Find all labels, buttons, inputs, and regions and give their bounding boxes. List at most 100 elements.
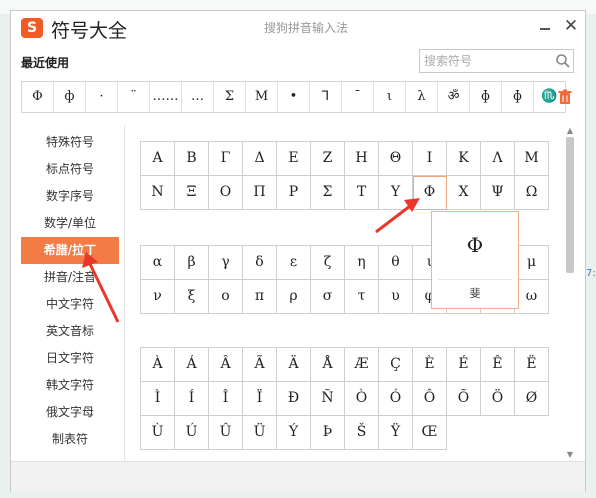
symbol-cell[interactable]: É: [447, 348, 481, 382]
symbol-cell[interactable]: Á: [175, 348, 209, 382]
symbol-cell[interactable]: Ä: [277, 348, 311, 382]
symbol-cell[interactable]: Π: [243, 176, 277, 210]
sidebar-item[interactable]: 英文音标: [21, 318, 119, 345]
recent-symbol-cell[interactable]: ·: [86, 82, 118, 112]
symbol-cell[interactable]: Ý: [277, 416, 311, 450]
symbol-cell[interactable]: Δ: [243, 142, 277, 176]
symbol-cell[interactable]: Ν: [141, 176, 175, 210]
symbol-cell[interactable]: Ú: [175, 416, 209, 450]
recent-symbol-cell[interactable]: Μ: [246, 82, 278, 112]
recent-symbol-cell[interactable]: Σ: [214, 82, 246, 112]
symbol-cell[interactable]: Ó: [379, 382, 413, 416]
symbol-cell[interactable]: Μ: [515, 142, 549, 176]
symbol-cell[interactable]: α: [141, 246, 175, 280]
vertical-scrollbar[interactable]: ▲ ▼: [564, 125, 576, 461]
symbol-cell[interactable]: Þ: [311, 416, 345, 450]
symbol-cell[interactable]: Ï: [243, 382, 277, 416]
sidebar-item[interactable]: 俄文字母: [21, 399, 119, 426]
symbol-cell[interactable]: Ρ: [277, 176, 311, 210]
symbol-cell[interactable]: Æ: [345, 348, 379, 382]
symbol-cell[interactable]: ε: [277, 246, 311, 280]
recent-symbol-cell[interactable]: ф: [54, 82, 86, 112]
symbol-cell[interactable]: Ô: [413, 382, 447, 416]
symbol-cell[interactable]: Ψ: [481, 176, 515, 210]
symbol-cell[interactable]: ο: [209, 280, 243, 314]
symbol-cell[interactable]: Κ: [447, 142, 481, 176]
symbol-cell[interactable]: γ: [209, 246, 243, 280]
symbol-cell[interactable]: Ÿ: [379, 416, 413, 450]
symbol-cell[interactable]: Ê: [481, 348, 515, 382]
symbol-cell[interactable]: Û: [209, 416, 243, 450]
recent-symbol-cell[interactable]: ɸ: [470, 82, 502, 112]
symbol-cell[interactable]: σ: [311, 280, 345, 314]
symbol-cell[interactable]: Ζ: [311, 142, 345, 176]
symbol-cell[interactable]: Í: [175, 382, 209, 416]
symbol-cell[interactable]: Ã: [243, 348, 277, 382]
symbol-cell[interactable]: À: [141, 348, 175, 382]
symbol-cell[interactable]: Ο: [209, 176, 243, 210]
symbol-cell[interactable]: δ: [243, 246, 277, 280]
symbol-cell[interactable]: È: [413, 348, 447, 382]
symbol-cell[interactable]: β: [175, 246, 209, 280]
sidebar-item[interactable]: 制表符: [21, 426, 119, 453]
title-bar[interactable]: S 符号大全 搜狗拼音输入法 ✕: [11, 11, 585, 45]
minimize-button[interactable]: [535, 17, 555, 37]
symbol-cell[interactable]: Λ: [481, 142, 515, 176]
sidebar-item[interactable]: 标点符号: [21, 156, 119, 183]
recent-symbol-cell[interactable]: ¨: [118, 82, 150, 112]
search-box[interactable]: [419, 49, 574, 73]
symbol-cell[interactable]: Θ: [379, 142, 413, 176]
symbol-cell[interactable]: Ι: [413, 142, 447, 176]
recent-symbol-cell[interactable]: ⅂: [310, 82, 342, 112]
symbol-cell[interactable]: Š: [345, 416, 379, 450]
symbol-cell[interactable]: Œ: [413, 416, 447, 450]
recent-symbol-cell[interactable]: ¯: [342, 82, 374, 112]
symbol-cell[interactable]: Υ: [379, 176, 413, 210]
sidebar-item[interactable]: 拼音/注音: [21, 264, 119, 291]
symbol-cell[interactable]: θ: [379, 246, 413, 280]
symbol-cell[interactable]: Å: [311, 348, 345, 382]
sidebar-item[interactable]: 特殊符号: [21, 129, 119, 156]
symbol-cell[interactable]: Ö: [481, 382, 515, 416]
sidebar-item[interactable]: 日文字符: [21, 345, 119, 372]
close-button[interactable]: ✕: [561, 16, 581, 36]
recent-symbol-cell[interactable]: ……: [150, 82, 182, 112]
sidebar-item[interactable]: 韩文字符: [21, 372, 119, 399]
symbol-cell[interactable]: Τ: [345, 176, 379, 210]
symbol-cell[interactable]: Õ: [447, 382, 481, 416]
symbol-cell[interactable]: ρ: [277, 280, 311, 314]
symbol-cell[interactable]: Ñ: [311, 382, 345, 416]
recent-symbol-cell[interactable]: •: [278, 82, 310, 112]
search-icon[interactable]: [555, 53, 571, 69]
symbol-cell[interactable]: Σ: [311, 176, 345, 210]
recent-symbol-cell[interactable]: ॐ: [438, 82, 470, 112]
recent-symbol-cell[interactable]: …: [182, 82, 214, 112]
symbol-cell[interactable]: Ò: [345, 382, 379, 416]
symbol-cell[interactable]: Α: [141, 142, 175, 176]
symbol-cell[interactable]: Î: [209, 382, 243, 416]
symbol-cell[interactable]: Ù: [141, 416, 175, 450]
symbol-cell[interactable]: ν: [141, 280, 175, 314]
sidebar-item[interactable]: 数学/单位: [21, 210, 119, 237]
symbol-cell[interactable]: Ξ: [175, 176, 209, 210]
symbol-cell[interactable]: Ì: [141, 382, 175, 416]
trash-icon[interactable]: [557, 89, 573, 105]
sidebar-item[interactable]: 数字序号: [21, 183, 119, 210]
scroll-up-arrow-icon[interactable]: ▲: [565, 126, 575, 136]
symbol-cell[interactable]: Χ: [447, 176, 481, 210]
scroll-down-arrow-icon[interactable]: ▼: [565, 450, 575, 460]
recent-symbol-cell[interactable]: ι: [374, 82, 406, 112]
symbol-cell[interactable]: Ë: [515, 348, 549, 382]
sidebar-item[interactable]: 希腊/拉丁: [21, 237, 119, 264]
symbol-cell[interactable]: π: [243, 280, 277, 314]
symbol-cell[interactable]: Η: [345, 142, 379, 176]
recent-symbol-cell[interactable]: Φ: [22, 82, 54, 112]
symbol-cell[interactable]: Â: [209, 348, 243, 382]
search-input[interactable]: [424, 52, 544, 70]
symbol-cell[interactable]: ξ: [175, 280, 209, 314]
symbol-cell[interactable]: ω: [515, 280, 549, 314]
symbol-cell[interactable]: Ø: [515, 382, 549, 416]
symbol-cell[interactable]: Ε: [277, 142, 311, 176]
recent-symbol-cell[interactable]: ɸ: [502, 82, 534, 112]
symbol-cell[interactable]: Ω: [515, 176, 549, 210]
